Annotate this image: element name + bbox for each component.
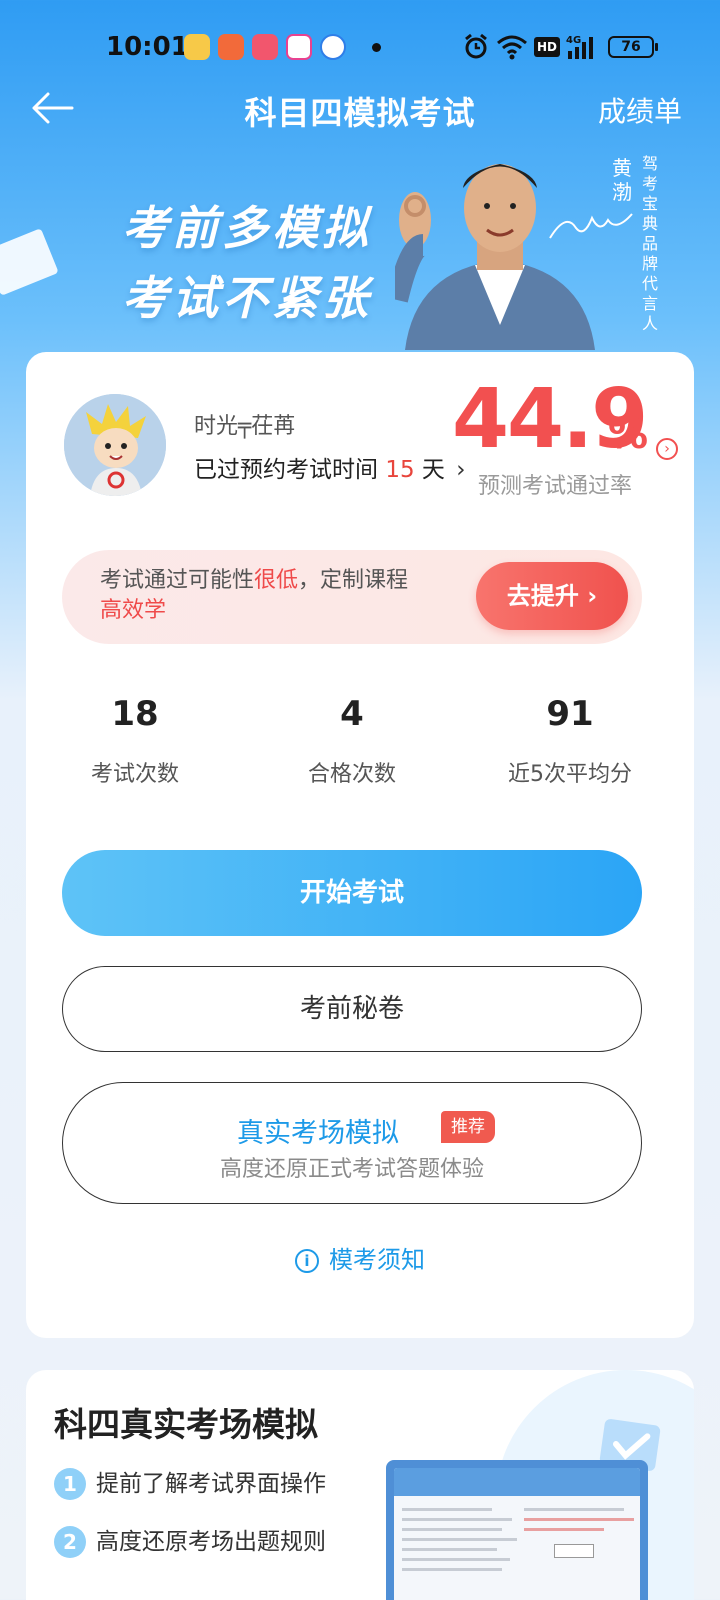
- days-prefix: 已过预约考试时间: [194, 457, 378, 483]
- avatar[interactable]: [64, 394, 166, 496]
- pass-rate-label: 预测考试通过率: [478, 474, 633, 499]
- feature-item: 2 高度还原考场出题规则: [54, 1522, 326, 1558]
- hd-icon: HD: [534, 37, 561, 57]
- real-exam-intro-card[interactable]: 科四真实考场模拟 1 提前了解考试界面操作 2 高度还原考场出题规则: [26, 1370, 694, 1600]
- cellular-signal-icon: 4G: [566, 35, 593, 59]
- info-icon: i: [295, 1249, 319, 1273]
- promo-text-prefix: 考试通过可能性: [100, 568, 255, 593]
- exam-notice-link[interactable]: i 模考须知: [26, 1240, 694, 1275]
- days-suffix: 天: [421, 457, 445, 483]
- stat-label: 考试次数: [90, 762, 179, 787]
- stat-label: 近5次平均分: [508, 762, 632, 787]
- feature-label: 提前了解考试界面操作: [96, 1471, 326, 1497]
- stat-label: 合格次数: [307, 762, 396, 787]
- improve-button[interactable]: 去提升 ›: [476, 562, 628, 630]
- promo-text-highlight2: 高效学: [100, 598, 167, 623]
- real-exam-title: 真实考场模拟: [237, 1118, 399, 1149]
- notes-app-icon: [184, 34, 210, 60]
- course-promo[interactable]: 考试通过可能性很低，定制课程 高效学 去提升 ›: [62, 550, 642, 644]
- secret-paper-button[interactable]: 考前秘卷: [62, 966, 642, 1052]
- avatar-image: [64, 394, 166, 496]
- exam-screen-preview: [386, 1460, 648, 1600]
- promo-text: 考试通过可能性很低，定制课程 高效学: [100, 566, 460, 626]
- notice-label: 模考须知: [329, 1246, 425, 1274]
- more-notifications-dot: [372, 43, 381, 52]
- start-exam-button[interactable]: 开始考试: [62, 850, 642, 936]
- feature-number: 1: [54, 1468, 86, 1500]
- alarm-icon: [465, 33, 487, 59]
- feature-item: 1 提前了解考试界面操作: [54, 1464, 326, 1500]
- signature-mark: [549, 213, 633, 239]
- pass-rate-detail-icon[interactable]: ›: [656, 438, 678, 460]
- banner-slogan-line2: 考试不紧张: [122, 271, 372, 325]
- endorser-name: 黄渤: [612, 156, 632, 204]
- app-notification-icon: [252, 34, 278, 60]
- stat-average-score: 91 近5次平均分: [470, 694, 670, 788]
- promo-text-highlight: 很低: [254, 568, 299, 593]
- promo-banner[interactable]: 考前多模拟 考试不紧张 黄渤 驾考宝典品牌代言人: [0, 140, 720, 350]
- battery-icon: 76: [608, 36, 658, 58]
- exam-days-info[interactable]: 已过预约考试时间 15 天 ›: [194, 450, 465, 484]
- svg-text:4G: 4G: [566, 35, 581, 46]
- stat-value: 4: [340, 694, 364, 734]
- endorser-photo: [395, 164, 595, 350]
- app-notification-icon: [218, 34, 244, 60]
- status-time: 10:01: [106, 32, 189, 62]
- real-exam-simulation-button[interactable]: 真实考场模拟 推荐 高度还原正式考试答题体验: [62, 1082, 642, 1204]
- feature-label: 高度还原考场出题规则: [96, 1529, 326, 1555]
- banner-slogan-line1: 考前多模拟: [122, 201, 372, 255]
- stat-value: 91: [546, 694, 594, 734]
- wifi-icon: [497, 35, 527, 60]
- paper-decoration: [0, 228, 59, 296]
- feature-number: 2: [54, 1526, 86, 1558]
- stat-exam-count: 18 考试次数: [35, 694, 235, 788]
- browser-app-icon: [320, 34, 346, 60]
- video-app-icon: [286, 34, 312, 60]
- exam-summary-card: 时光╤茌苒 已过预约考试时间 15 天 › 44.9 % › 预测考试通过率 考…: [26, 352, 694, 1338]
- report-card-link[interactable]: 成绩单: [598, 90, 682, 130]
- promo-text-middle: ，定制课程: [298, 568, 409, 593]
- endorser-title: 驾考宝典品牌代言人: [642, 154, 659, 333]
- status-bar: 10:01 HD 4G 76: [0, 0, 720, 90]
- pass-rate-unit: %: [608, 412, 649, 458]
- stat-value: 18: [111, 694, 159, 734]
- section-title: 科四真实考场模拟: [54, 1405, 318, 1444]
- recommend-badge: 推荐: [441, 1111, 495, 1143]
- username: 时光╤茌苒: [194, 414, 296, 439]
- days-value: 15: [385, 457, 415, 483]
- stat-pass-count: 4 合格次数: [252, 694, 452, 788]
- real-exam-subtitle: 高度还原正式考试答题体验: [219, 1157, 484, 1182]
